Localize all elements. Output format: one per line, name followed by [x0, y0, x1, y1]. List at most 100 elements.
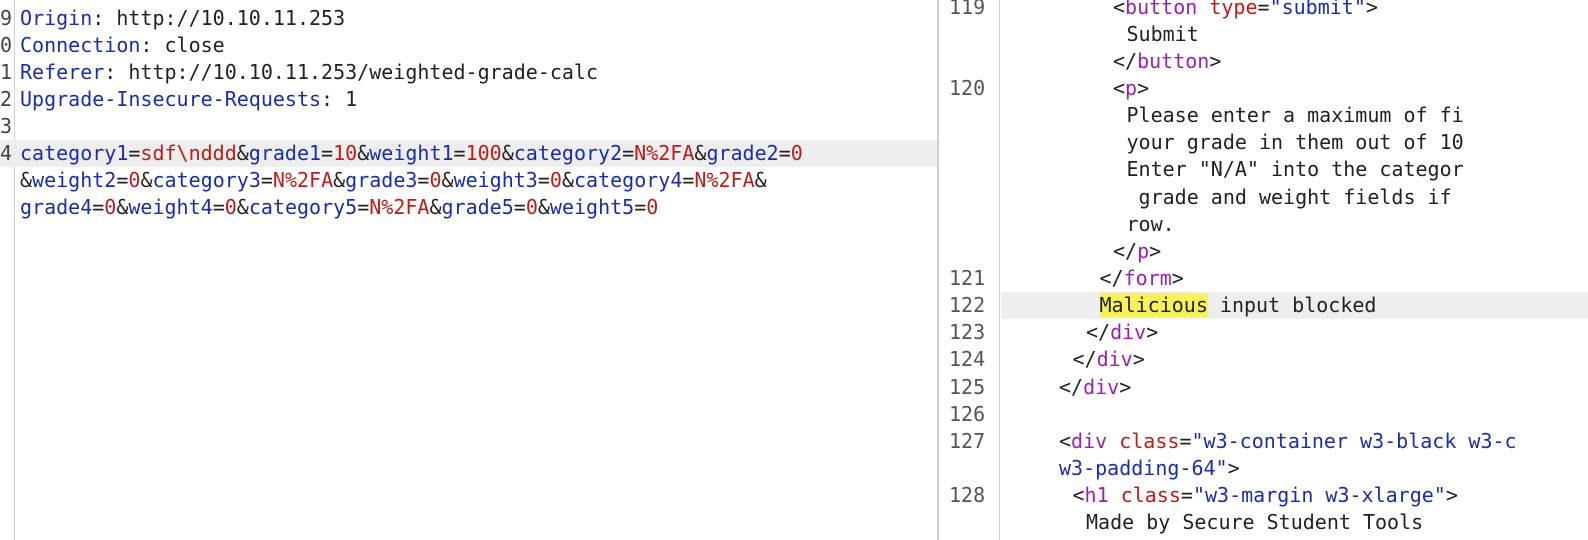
- line-text[interactable]: &weight2=0&category3=N%2FA&grade3=0&weig…: [20, 167, 767, 194]
- param-value: 0: [646, 195, 659, 219]
- line-text[interactable]: </div>: [1073, 346, 1145, 373]
- attribute-value: "submit": [1269, 0, 1366, 19]
- param-name: category1: [20, 141, 129, 165]
- code-text: =: [1180, 483, 1193, 508]
- line-text[interactable]: Enter "N/A" into the categor: [1127, 156, 1464, 183]
- line-number: 126: [949, 401, 986, 426]
- response-line: grade and weight fields if: [939, 184, 1588, 211]
- line-number: 119: [949, 0, 986, 19]
- response-viewer-pane[interactable]: 119 <button type="submit"> Submit </button>…: [939, 0, 1588, 540]
- param-equals: =: [513, 195, 526, 219]
- header-separator: :: [140, 33, 165, 57]
- line-number: 122: [949, 293, 986, 318]
- param-equals: =: [260, 168, 273, 192]
- tag-name: button: [1137, 48, 1210, 73]
- response-line: w3-padding-64">: [939, 455, 1588, 482]
- body-line: &weight2=0&category3=N%2FA&grade3=0&weig…: [0, 167, 937, 194]
- attribute-name: class: [1120, 483, 1181, 508]
- line-number: 0: [0, 33, 13, 57]
- code-text: Please enter a maximum of fi: [1126, 103, 1464, 128]
- header-name: Referer: [20, 60, 105, 84]
- line-text[interactable]: <h1 class="w3-margin w3-xlarge">: [1073, 482, 1458, 509]
- response-line: </p>: [939, 238, 1588, 265]
- line-number: 3: [0, 114, 13, 138]
- header-line: 1 Referer: http://10.10.11.253/weighted-g…: [0, 59, 937, 86]
- attribute-value: "w3-margin w3-xlarge": [1192, 483, 1446, 508]
- param-separator: &: [20, 168, 33, 192]
- code-text: grade and weight fields if: [1126, 184, 1452, 209]
- param-equals: =: [321, 141, 334, 165]
- line-text[interactable]: grade4=0&weight4=0&category5=N%2FA&grade…: [20, 194, 658, 221]
- line-text[interactable]: Origin: http://10.10.11.253: [20, 5, 345, 32]
- param-name: grade4: [20, 195, 93, 219]
- line-text[interactable]: category1=sdf\nddd&grade1=10&weight1=100…: [20, 140, 803, 167]
- param-name: grade1: [248, 141, 322, 165]
- code-text: >: [1149, 238, 1162, 263]
- tag-name: form: [1123, 266, 1172, 290]
- code-text: =: [1179, 428, 1192, 453]
- tag-name: p: [1125, 75, 1138, 100]
- param-separator: &: [116, 195, 129, 219]
- param-name: category3: [152, 168, 261, 192]
- line-text[interactable]: Submit: [1127, 21, 1199, 48]
- param-value: 0: [128, 168, 141, 192]
- line-text[interactable]: Upgrade-Insecure-Requests: 1: [20, 86, 357, 113]
- code-text: >: [1137, 75, 1150, 100]
- param-equals: =: [417, 168, 430, 192]
- param-value: N%2FA: [272, 168, 334, 192]
- line-number: 124: [949, 347, 986, 372]
- param-name: category2: [513, 141, 623, 165]
- response-line: Please enter a maximum of fi: [939, 102, 1588, 129]
- header-line: 9 Origin: http://10.10.11.253: [0, 5, 937, 32]
- param-value: 0: [790, 141, 803, 165]
- param-equals: =: [682, 168, 695, 192]
- line-text[interactable]: Referer: http://10.10.11.253/weighted-gr…: [20, 59, 598, 86]
- param-separator: &: [694, 141, 707, 165]
- line-text[interactable]: </div>: [1059, 374, 1131, 401]
- body-line: grade4=0&weight4=0&category5=N%2FA&grade…: [0, 194, 937, 221]
- header-value: http://10.10.11.253/weighted-grade-calc: [128, 60, 598, 84]
- line-text[interactable]: </form>: [1100, 265, 1184, 292]
- param-separator: &: [754, 168, 767, 192]
- line-text[interactable]: Please enter a maximum of fi: [1127, 102, 1464, 129]
- param-name: weight3: [453, 168, 538, 192]
- code-text: >: [1227, 456, 1240, 481]
- code-text: <: [1113, 0, 1126, 19]
- code-text: </: [1099, 266, 1124, 290]
- param-value: 0: [104, 195, 117, 219]
- header-separator: :: [321, 87, 346, 111]
- line-text[interactable]: Malicious input blocked: [1099, 292, 1376, 319]
- param-equals: =: [537, 168, 550, 192]
- param-name: weight1: [369, 141, 454, 165]
- line-text[interactable]: row.: [1127, 211, 1175, 238]
- code-text: >: [1146, 320, 1159, 345]
- param-name: grade3: [345, 168, 418, 192]
- code-text: </: [1059, 374, 1084, 399]
- line-text[interactable]: Made by Secure Student Tools: [1086, 509, 1423, 536]
- line-text[interactable]: your grade in them out of 10: [1127, 129, 1464, 156]
- line-text[interactable]: grade and weight fields if: [1127, 184, 1452, 211]
- line-text[interactable]: Connection: close: [20, 32, 225, 59]
- request-editor-pane[interactable]: 9 Origin: http://10.10.11.253 0 Connection:…: [0, 0, 937, 540]
- param-separator: &: [333, 168, 346, 192]
- code-text: >: [1445, 483, 1458, 508]
- line-text[interactable]: </div>: [1086, 319, 1158, 346]
- attribute-value: "w3-container w3-black w3-c: [1191, 428, 1517, 453]
- line-number: 9: [0, 6, 13, 30]
- line-text[interactable]: <div class="w3-container w3-black w3-c: [1059, 428, 1517, 455]
- param-separator: &: [501, 141, 514, 165]
- response-line: row.: [939, 211, 1588, 238]
- line-text[interactable]: w3-padding-64">: [1059, 455, 1240, 482]
- tag-name: div: [1096, 347, 1133, 372]
- param-separator: &: [537, 195, 550, 219]
- search-highlight: Malicious: [1099, 293, 1208, 318]
- line-text[interactable]: <p>: [1113, 75, 1149, 102]
- line-number: 4: [0, 141, 13, 165]
- line-text[interactable]: </button>: [1113, 48, 1221, 75]
- header-separator: :: [92, 6, 117, 30]
- param-value: 0: [549, 168, 562, 192]
- code-text: your grade in them out of 10: [1126, 130, 1464, 155]
- line-text[interactable]: <button type="submit">: [1113, 0, 1378, 21]
- line-text[interactable]: </p>: [1113, 238, 1161, 265]
